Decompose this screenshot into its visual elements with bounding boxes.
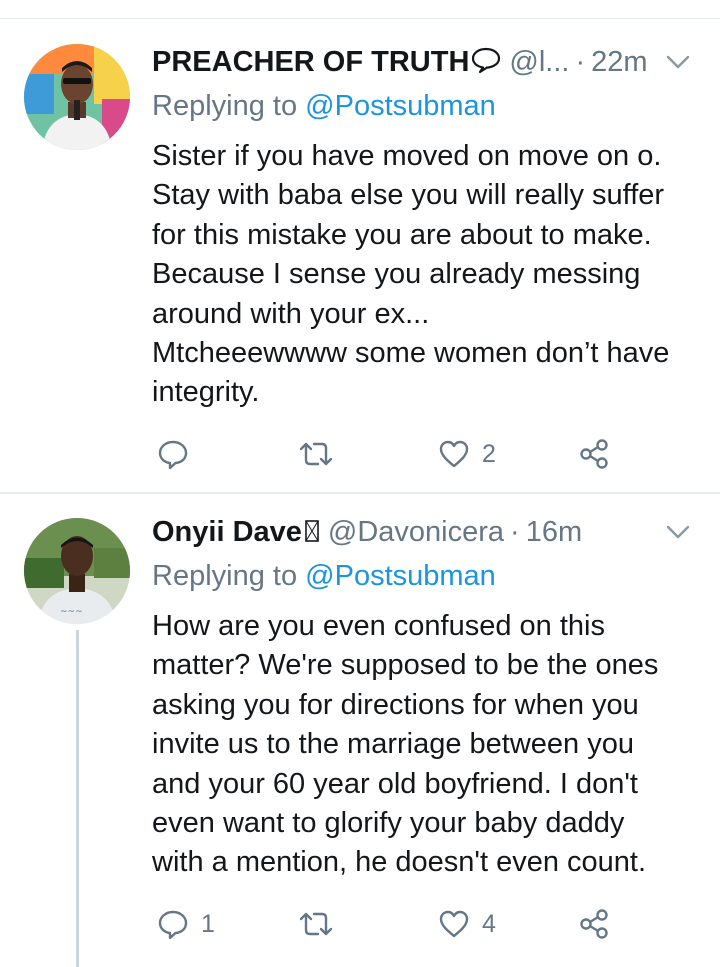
tweet-text: Sister if you have moved on move on o. S…: [152, 137, 702, 413]
reply-count: 1: [201, 909, 215, 938]
missing-glyph-icon: [304, 516, 320, 549]
replying-to: Replying to @Postsubman: [152, 90, 496, 123]
avatar[interactable]: [24, 44, 130, 150]
replying-mention[interactable]: @Postsubman: [305, 90, 496, 122]
avatar[interactable]: ~~~: [24, 518, 130, 624]
like-icon: [438, 908, 470, 940]
tweet-divider: [0, 492, 720, 494]
like-icon: [438, 438, 470, 470]
replying-to: Replying to @Postsubman: [152, 560, 496, 593]
reply-button[interactable]: [157, 434, 201, 474]
tweet-text-line: How are you even confused on this: [152, 610, 605, 642]
like-count: 4: [482, 909, 496, 938]
tweet-text-line: for this mistake you are about to make.: [152, 218, 652, 251]
action-bar: 2: [0, 434, 720, 474]
tweet-text: How are you even confused on this matter…: [152, 607, 702, 883]
reply-icon: [157, 438, 189, 470]
share-icon: [578, 438, 610, 470]
tweet-text-line: with a mention, he doesn't even count.: [152, 846, 647, 879]
timestamp[interactable]: 22m: [591, 46, 647, 79]
like-button[interactable]: 4: [438, 904, 496, 944]
tweet-text-line: Mtcheeewwww some women don’t have: [152, 337, 670, 370]
like-button[interactable]: 2: [438, 434, 496, 474]
like-count: 2: [482, 439, 496, 468]
user-handle[interactable]: @Davonicera: [328, 516, 504, 549]
retweet-button[interactable]: [298, 434, 346, 474]
replying-label: Replying to: [152, 90, 298, 122]
reply-button[interactable]: 1: [157, 904, 215, 944]
chevron-down-icon[interactable]: [664, 48, 692, 76]
top-divider: [0, 18, 720, 19]
tweet-text-line: invite us to the marriage between you: [152, 728, 634, 761]
chevron-down-icon[interactable]: [664, 518, 692, 546]
reply-icon: [157, 908, 189, 940]
display-name[interactable]: Onyii Dave: [152, 516, 302, 549]
tweet-text-line: Sister if you have moved on move on o.: [152, 140, 662, 172]
tweet-text-line: even want to glorify your baby daddy: [152, 807, 625, 840]
action-bar: 1 4: [0, 904, 720, 944]
separator-dot: ·: [510, 515, 520, 548]
share-icon: [578, 908, 610, 940]
share-button[interactable]: [578, 434, 610, 474]
separator-dot: ·: [575, 45, 586, 78]
tweet-text-line: and your 60 year old boyfriend. I don't: [152, 767, 638, 800]
timestamp[interactable]: 16m: [526, 516, 582, 549]
speech-balloon-icon: [471, 46, 501, 79]
share-button[interactable]: [578, 904, 610, 944]
retweet-icon: [298, 438, 334, 470]
user-handle[interactable]: @l...: [509, 46, 569, 79]
tweet-text-line: around with your ex...: [152, 297, 430, 330]
tweet-text-line: matter? We're supposed to be the ones: [152, 649, 659, 682]
display-name[interactable]: PREACHER OF TRUTH: [152, 46, 469, 79]
tweet-text-line: integrity.: [152, 376, 260, 409]
replying-mention[interactable]: @Postsubman: [305, 560, 496, 592]
svg-text:~~~: ~~~: [60, 607, 83, 617]
tweet-text-line: asking you for directions for when you: [152, 688, 639, 721]
tweet-text-line: Stay with baba else you will really suff…: [152, 179, 665, 212]
tweet-text-line: Because I sense you already messing: [152, 258, 641, 291]
replying-label: Replying to: [152, 560, 298, 592]
retweet-icon: [298, 908, 334, 940]
retweet-button[interactable]: [298, 904, 346, 944]
